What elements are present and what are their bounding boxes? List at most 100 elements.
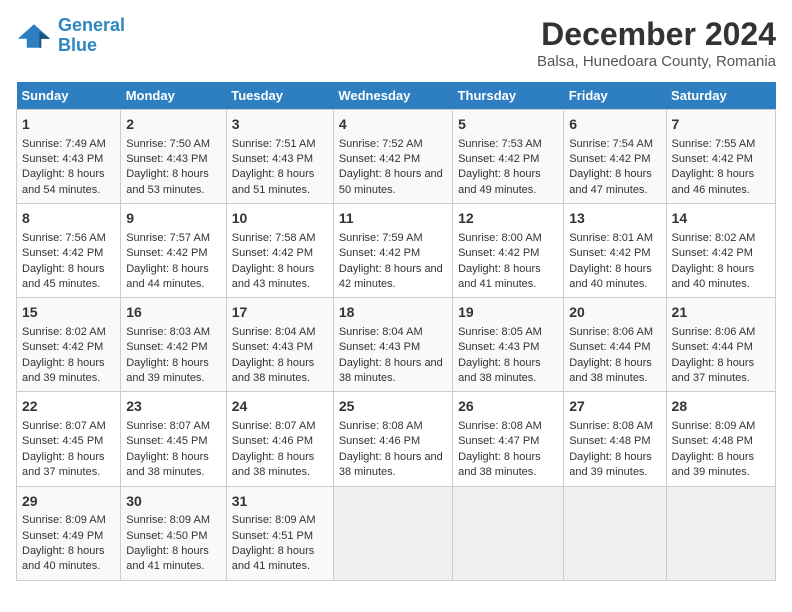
day-number: 3 bbox=[232, 115, 328, 135]
calendar-cell: 23 Sunrise: 8:07 AM Sunset: 4:45 PM Dayl… bbox=[121, 392, 227, 486]
title-block: December 2024 Balsa, Hunedoara County, R… bbox=[537, 16, 776, 70]
sunrise-text: Sunrise: 8:06 AM bbox=[672, 326, 756, 338]
calendar-cell: 6 Sunrise: 7:54 AM Sunset: 4:42 PM Dayli… bbox=[564, 110, 666, 204]
calendar-week-row: 22 Sunrise: 8:07 AM Sunset: 4:45 PM Dayl… bbox=[17, 392, 776, 486]
day-number: 17 bbox=[232, 303, 328, 323]
calendar-cell: 13 Sunrise: 8:01 AM Sunset: 4:42 PM Dayl… bbox=[564, 204, 666, 298]
calendar-cell: 1 Sunrise: 7:49 AM Sunset: 4:43 PM Dayli… bbox=[17, 110, 121, 204]
day-number: 18 bbox=[339, 303, 447, 323]
sunrise-text: Sunrise: 8:07 AM bbox=[126, 420, 210, 432]
day-number: 26 bbox=[458, 397, 558, 417]
day-number: 14 bbox=[672, 209, 770, 229]
calendar-cell: 18 Sunrise: 8:04 AM Sunset: 4:43 PM Dayl… bbox=[333, 298, 452, 392]
day-number: 10 bbox=[232, 209, 328, 229]
sunset-text: Sunset: 4:42 PM bbox=[232, 247, 313, 259]
calendar-cell: 28 Sunrise: 8:09 AM Sunset: 4:48 PM Dayl… bbox=[666, 392, 775, 486]
daylight-text: Daylight: 8 hours and 38 minutes. bbox=[569, 357, 652, 384]
sunset-text: Sunset: 4:42 PM bbox=[458, 153, 539, 165]
calendar-cell: 26 Sunrise: 8:08 AM Sunset: 4:47 PM Dayl… bbox=[453, 392, 564, 486]
calendar-cell bbox=[564, 486, 666, 580]
calendar-day-header: Saturday bbox=[666, 82, 775, 110]
logo: General Blue bbox=[16, 16, 125, 56]
sunset-text: Sunset: 4:42 PM bbox=[22, 247, 103, 259]
sunrise-text: Sunrise: 7:55 AM bbox=[672, 138, 756, 150]
daylight-text: Daylight: 8 hours and 49 minutes. bbox=[458, 168, 541, 195]
sunset-text: Sunset: 4:42 PM bbox=[672, 153, 753, 165]
daylight-text: Daylight: 8 hours and 38 minutes. bbox=[339, 451, 443, 478]
sunrise-text: Sunrise: 7:51 AM bbox=[232, 138, 316, 150]
sunset-text: Sunset: 4:42 PM bbox=[126, 341, 207, 353]
sunrise-text: Sunrise: 8:07 AM bbox=[22, 420, 106, 432]
daylight-text: Daylight: 8 hours and 54 minutes. bbox=[22, 168, 105, 195]
sunset-text: Sunset: 4:51 PM bbox=[232, 530, 313, 542]
day-number: 5 bbox=[458, 115, 558, 135]
calendar-week-row: 29 Sunrise: 8:09 AM Sunset: 4:49 PM Dayl… bbox=[17, 486, 776, 580]
day-number: 22 bbox=[22, 397, 115, 417]
daylight-text: Daylight: 8 hours and 38 minutes. bbox=[126, 451, 209, 478]
sunset-text: Sunset: 4:46 PM bbox=[232, 435, 313, 447]
sunrise-text: Sunrise: 7:54 AM bbox=[569, 138, 653, 150]
daylight-text: Daylight: 8 hours and 38 minutes. bbox=[232, 451, 315, 478]
calendar-day-header: Wednesday bbox=[333, 82, 452, 110]
sunrise-text: Sunrise: 8:09 AM bbox=[232, 514, 316, 526]
day-number: 9 bbox=[126, 209, 221, 229]
calendar-cell: 8 Sunrise: 7:56 AM Sunset: 4:42 PM Dayli… bbox=[17, 204, 121, 298]
day-number: 13 bbox=[569, 209, 660, 229]
sunrise-text: Sunrise: 8:09 AM bbox=[22, 514, 106, 526]
sunrise-text: Sunrise: 7:59 AM bbox=[339, 232, 423, 244]
calendar-cell: 10 Sunrise: 7:58 AM Sunset: 4:42 PM Dayl… bbox=[226, 204, 333, 298]
sunset-text: Sunset: 4:42 PM bbox=[672, 247, 753, 259]
sunrise-text: Sunrise: 7:52 AM bbox=[339, 138, 423, 150]
calendar-cell: 16 Sunrise: 8:03 AM Sunset: 4:42 PM Dayl… bbox=[121, 298, 227, 392]
calendar-cell: 30 Sunrise: 8:09 AM Sunset: 4:50 PM Dayl… bbox=[121, 486, 227, 580]
daylight-text: Daylight: 8 hours and 41 minutes. bbox=[126, 545, 209, 572]
daylight-text: Daylight: 8 hours and 47 minutes. bbox=[569, 168, 652, 195]
calendar-cell: 9 Sunrise: 7:57 AM Sunset: 4:42 PM Dayli… bbox=[121, 204, 227, 298]
day-number: 24 bbox=[232, 397, 328, 417]
calendar-body: 1 Sunrise: 7:49 AM Sunset: 4:43 PM Dayli… bbox=[17, 110, 776, 581]
calendar-cell bbox=[333, 486, 452, 580]
day-number: 19 bbox=[458, 303, 558, 323]
sunset-text: Sunset: 4:42 PM bbox=[126, 247, 207, 259]
sunrise-text: Sunrise: 8:06 AM bbox=[569, 326, 653, 338]
daylight-text: Daylight: 8 hours and 43 minutes. bbox=[232, 263, 315, 290]
day-number: 15 bbox=[22, 303, 115, 323]
sunrise-text: Sunrise: 8:04 AM bbox=[232, 326, 316, 338]
daylight-text: Daylight: 8 hours and 44 minutes. bbox=[126, 263, 209, 290]
day-number: 8 bbox=[22, 209, 115, 229]
calendar-day-header: Sunday bbox=[17, 82, 121, 110]
daylight-text: Daylight: 8 hours and 37 minutes. bbox=[22, 451, 105, 478]
day-number: 25 bbox=[339, 397, 447, 417]
calendar-day-header: Thursday bbox=[453, 82, 564, 110]
daylight-text: Daylight: 8 hours and 40 minutes. bbox=[569, 263, 652, 290]
calendar-week-row: 15 Sunrise: 8:02 AM Sunset: 4:42 PM Dayl… bbox=[17, 298, 776, 392]
day-number: 12 bbox=[458, 209, 558, 229]
day-number: 27 bbox=[569, 397, 660, 417]
calendar-cell: 3 Sunrise: 7:51 AM Sunset: 4:43 PM Dayli… bbox=[226, 110, 333, 204]
logo-icon bbox=[16, 22, 52, 50]
day-number: 29 bbox=[22, 492, 115, 512]
sunrise-text: Sunrise: 7:53 AM bbox=[458, 138, 542, 150]
calendar-cell: 29 Sunrise: 8:09 AM Sunset: 4:49 PM Dayl… bbox=[17, 486, 121, 580]
calendar-cell: 7 Sunrise: 7:55 AM Sunset: 4:42 PM Dayli… bbox=[666, 110, 775, 204]
daylight-text: Daylight: 8 hours and 38 minutes. bbox=[458, 357, 541, 384]
sunrise-text: Sunrise: 8:09 AM bbox=[126, 514, 210, 526]
day-number: 30 bbox=[126, 492, 221, 512]
sunset-text: Sunset: 4:44 PM bbox=[672, 341, 753, 353]
day-number: 7 bbox=[672, 115, 770, 135]
daylight-text: Daylight: 8 hours and 41 minutes. bbox=[232, 545, 315, 572]
sunrise-text: Sunrise: 8:08 AM bbox=[339, 420, 423, 432]
calendar-cell: 19 Sunrise: 8:05 AM Sunset: 4:43 PM Dayl… bbox=[453, 298, 564, 392]
sunrise-text: Sunrise: 8:08 AM bbox=[569, 420, 653, 432]
sunset-text: Sunset: 4:49 PM bbox=[22, 530, 103, 542]
daylight-text: Daylight: 8 hours and 38 minutes. bbox=[458, 451, 541, 478]
calendar-cell: 31 Sunrise: 8:09 AM Sunset: 4:51 PM Dayl… bbox=[226, 486, 333, 580]
calendar-cell: 14 Sunrise: 8:02 AM Sunset: 4:42 PM Dayl… bbox=[666, 204, 775, 298]
calendar-cell: 25 Sunrise: 8:08 AM Sunset: 4:46 PM Dayl… bbox=[333, 392, 452, 486]
logo-text: General Blue bbox=[58, 16, 125, 56]
sunset-text: Sunset: 4:45 PM bbox=[22, 435, 103, 447]
day-number: 6 bbox=[569, 115, 660, 135]
sunset-text: Sunset: 4:42 PM bbox=[339, 153, 420, 165]
day-number: 16 bbox=[126, 303, 221, 323]
day-number: 28 bbox=[672, 397, 770, 417]
